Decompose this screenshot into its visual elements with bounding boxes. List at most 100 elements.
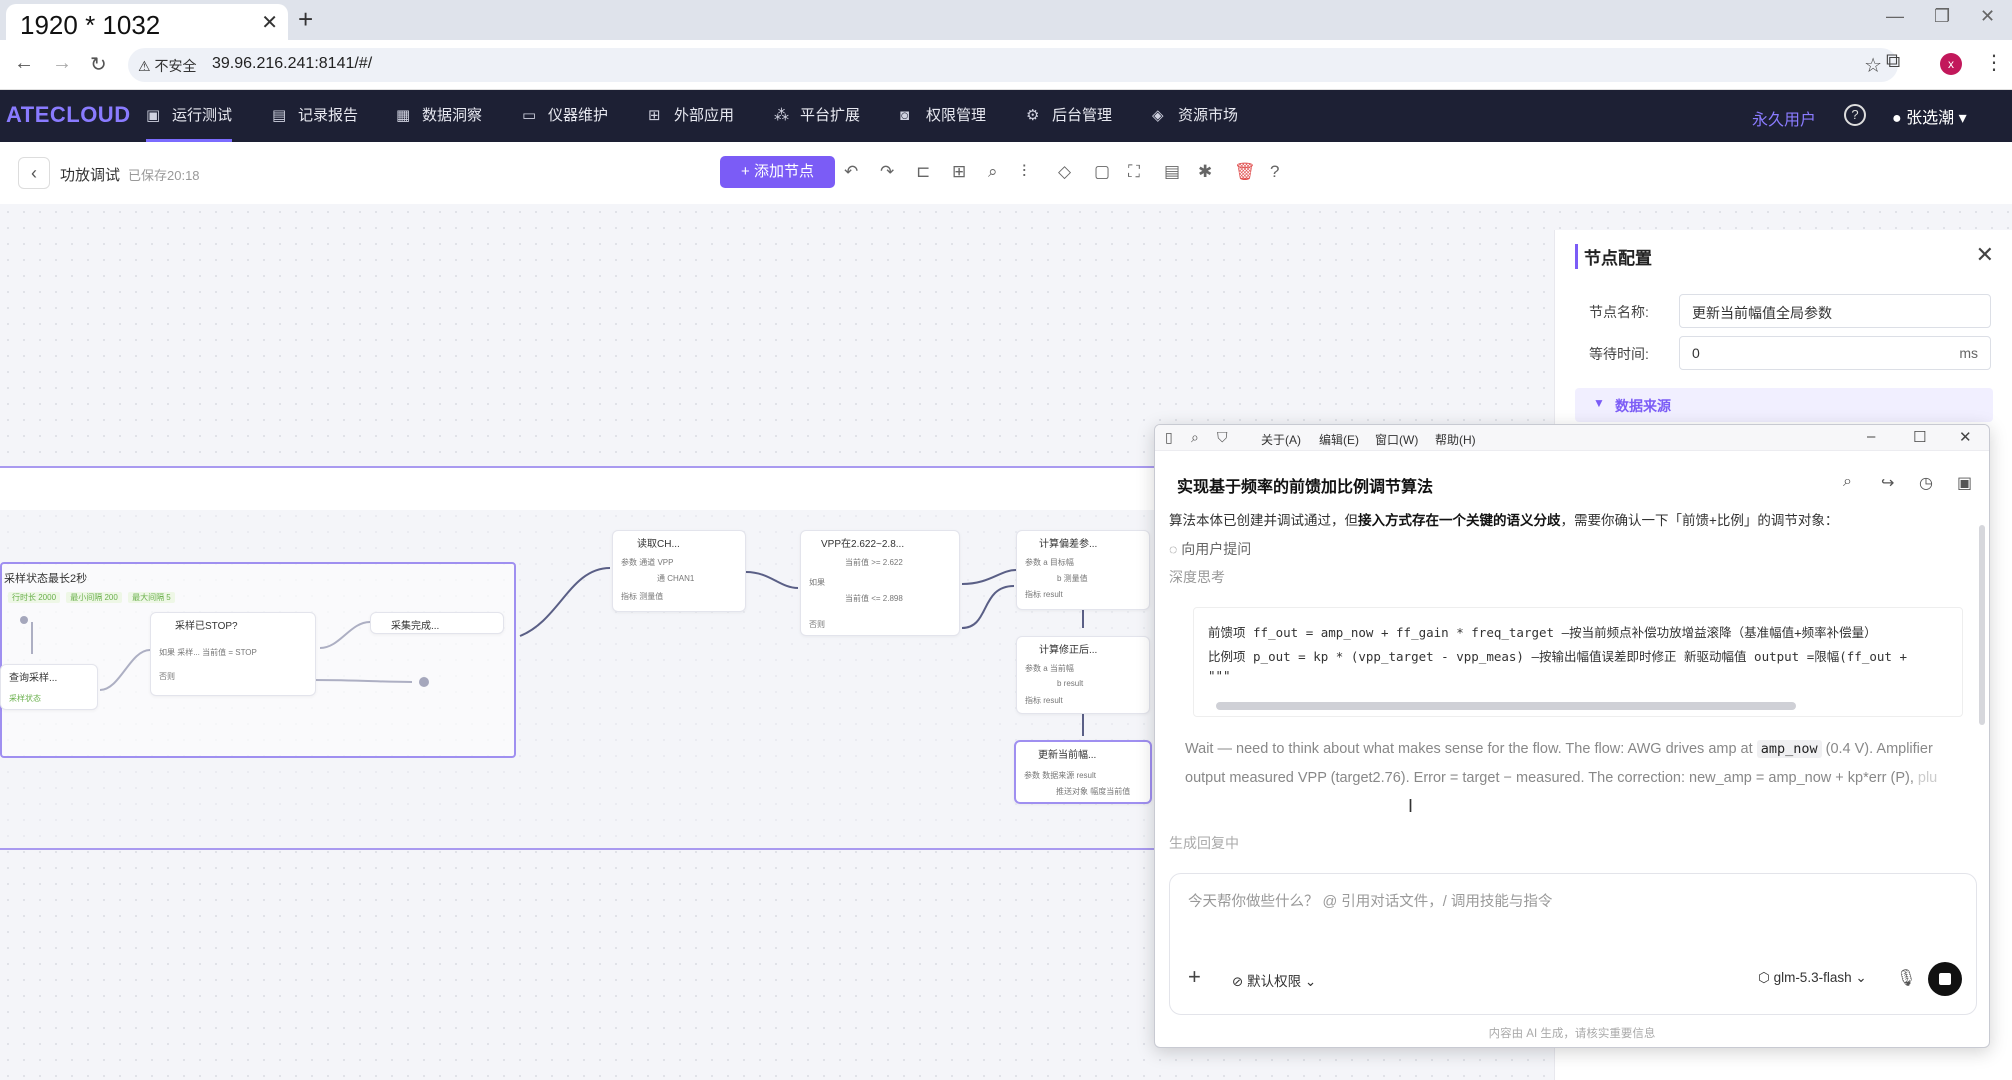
history-icon[interactable]: ◷ [1919,473,1933,493]
reload-icon[interactable]: ↻ [90,52,107,77]
scrollbar-thumb[interactable] [1216,702,1796,710]
nav-instrument-maintenance[interactable]: ▭ 仪器维护 [522,90,608,142]
delete-icon[interactable]: 🗑 [1234,162,1256,182]
menu-about[interactable]: 关于(A) [1261,431,1301,448]
user-tier-label: 永久用户 [1752,112,1817,129]
nav-permission-management[interactable]: ◙ 权限管理 [900,90,986,142]
maximize-icon[interactable]: ☐ [1913,428,1926,446]
bookmark-star-icon[interactable]: ☆ [1864,53,1882,78]
nav-platform-extension[interactable]: ⁂ 平台扩展 [774,90,860,142]
add-attachment-button[interactable]: + [1188,964,1201,990]
input-placeholder: 今天帮你做些什么？ @ 引用对话文件，/ 调用技能与指令 [1188,894,1553,910]
insecure-badge[interactable]: ⚠ 不安全 [138,56,196,76]
node-update-amplitude[interactable]: 更新当前幅... 参数 数据来源 result 推送对象 幅度当前值 [1014,740,1152,804]
url-text[interactable]: 39.96.216.241:8141/#/ [212,55,372,73]
fullscreen-icon[interactable]: ⛶ [1128,162,1140,182]
redo-icon[interactable]: ↷ [880,162,894,182]
filter-icon[interactable]: ⛉ [1217,429,1228,446]
data-source-section[interactable]: ▼ 数据来源 [1575,388,1993,422]
add-node-button[interactable]: + 添加节点 [720,156,835,188]
stop-generation-button[interactable] [1928,962,1962,996]
document-icon[interactable]: ▤ [1164,162,1180,182]
model-dropdown[interactable]: ⬡ glm-5.3-flash ⌄ [1758,970,1867,986]
sidebar-toggle-icon[interactable]: ▯ [1165,429,1173,446]
help-icon[interactable]: ? [1270,162,1279,182]
group-params: 行时长 2000 最小间隔 200 最大间隔 5 [4,592,175,603]
profile-avatar[interactable]: x [1940,53,1962,75]
node-read-channel[interactable]: 读取CH... 参数 通道 VPP 通 CHAN1 指标 测量值 [612,530,746,612]
node-calc-deviation[interactable]: 计算偏差参... 参数 a 目标幅 b 测量值 指标 result [1016,530,1150,610]
code-block[interactable]: 前馈项 ff_out = amp_now + ff_gain * freq_ta… [1193,607,1963,717]
editor-toolbar: ‹ 功放调试 已保存20:18 + 添加节点 ↶ ↷ ⊏ ⊞ ⌕ ⫶ ◇ ▢ ⛶… [0,142,2012,204]
avatar: ● [1892,110,1902,127]
close-icon[interactable]: ✕ [1976,242,1994,268]
share-icon[interactable]: ↪ [1881,473,1894,493]
close-window-icon[interactable]: ✕ [1980,6,1995,27]
swimlane-header [0,468,1180,510]
debug-icon[interactable]: ✱ [1198,162,1212,182]
nav-resource-market[interactable]: ◈ 资源市场 [1152,90,1238,142]
shield-check-icon: ⊘ [1232,974,1244,989]
variables-icon[interactable]: ⫶ [1022,162,1026,182]
cube-icon: ⬡ [1758,970,1770,985]
nav-run-test[interactable]: ▣ 运行测试 [146,90,233,142]
node-vpp-range-check[interactable]: VPP在2.622~2.8... 当前值 >= 2.622 如果 当前值 <= … [800,530,960,636]
search-icon[interactable]: ⌕ [1843,473,1852,491]
close-tab-icon[interactable]: ✕ [261,10,278,35]
node-collect-complete[interactable]: 采集完成... [370,612,504,634]
node-query-sampling[interactable]: 查询采样... 采样状态 [0,664,98,710]
undo-icon[interactable]: ↶ [844,162,858,182]
assistant-message-line: 算法本体已创建并调试通过，但接入方式存在一个关键的语义分歧，需要你确认一下「前馈… [1169,513,1839,528]
layout-icon[interactable]: ⊞ [952,162,966,182]
new-tab-icon[interactable]: + [298,4,313,35]
back-button[interactable]: ‹ [18,157,50,189]
group-title: 采样状态最长2秒 [4,573,88,585]
node-stop-check[interactable]: 采样已STOP? 如果 采样... 当前值 = STOP 否则 [150,612,316,696]
nav-backend-management[interactable]: ⚙ 后台管理 [1026,90,1112,142]
code-line: 前馈项 ff_out = amp_now + ff_gain * freq_ta… [1208,625,1877,640]
restore-icon[interactable]: ❐ [1934,6,1950,27]
menu-edit[interactable]: 编辑(E) [1319,431,1359,448]
app-navbar: ATECLOUD ▣ 运行测试 ▤ 记录报告 ▦ 数据洞察 ▭ 仪器维护 ⊞ 外部应用 ⁂… [0,90,2012,142]
minimize-icon[interactable]: — [1886,6,1904,27]
user-menu[interactable]: ● 张选潮 ▾ [1892,104,1967,128]
menu-window[interactable]: 窗口(W) [1375,431,1418,448]
forward-icon[interactable]: → [52,52,72,75]
horizontal-scrollbar[interactable] [1208,702,1948,710]
minimize-icon[interactable]: – [1867,428,1875,445]
scrollbar-thumb[interactable] [1979,525,1985,725]
vertical-scrollbar[interactable] [1979,515,1985,855]
app-logo[interactable]: ATECLOUD [6,102,131,128]
wait-time-input[interactable]: 0 ms [1679,336,1991,370]
permission-dropdown[interactable]: ⊘ 默认权限 ⌄ [1232,970,1316,990]
close-icon[interactable]: ✕ [1959,428,1972,446]
branch-icon[interactable]: ⊏ [916,162,930,182]
address-bar[interactable]: ⚠ 不安全 39.96.216.241:8141/#/ ☆ [128,48,1898,82]
ask-user-label[interactable]: ◌ 向用户提问 [1169,539,1251,559]
chevron-down-icon: ▾ [1958,110,1967,127]
node-name-input[interactable]: 更新当前幅值全局参数 [1679,294,1991,328]
browser-toolbar: ← → ↻ ⚠ 不安全 39.96.216.241:8141/#/ ☆ ⧉ x … [0,40,2012,90]
nav-external-apps[interactable]: ⊞ 外部应用 [648,90,734,142]
search-icon[interactable]: ⌕ [1191,429,1199,446]
nav-record-report[interactable]: ▤ 记录报告 [272,90,358,142]
generating-status: 生成回复中 [1169,835,1239,851]
chat-input[interactable]: 今天帮你做些什么？ @ 引用对话文件，/ 调用技能与指令 + ⊘ 默认权限 ⌄ … [1169,873,1977,1015]
node-calc-corrected[interactable]: 计算修正后... 参数 a 当前幅 b result 指标 result [1016,636,1150,714]
tag-icon[interactable]: ◇ [1058,162,1071,182]
extensions-icon[interactable]: ⧉ [1886,50,1900,73]
microphone-icon[interactable]: 🎙 [1896,968,1916,988]
browser-menu-icon[interactable]: ⋮ [1984,50,2004,75]
nav-data-insight[interactable]: ▦ 数据洞察 [396,90,482,142]
browser-tab[interactable]: 1920 * 1032 ✕ [6,4,288,40]
help-icon[interactable]: ? [1844,104,1866,126]
panel-icon[interactable]: ▣ [1957,473,1972,493]
instrument-icon: ▭ [522,107,537,124]
stop-icon [1939,973,1951,985]
caret-down-icon: ▼ [1593,396,1605,410]
menu-help[interactable]: 帮助(H) [1435,431,1476,448]
deep-think-label[interactable]: 深度思考 [1169,567,1225,587]
export-icon[interactable]: ▢ [1094,162,1110,182]
search-icon[interactable]: ⌕ [988,162,998,182]
back-icon[interactable]: ← [14,52,34,75]
